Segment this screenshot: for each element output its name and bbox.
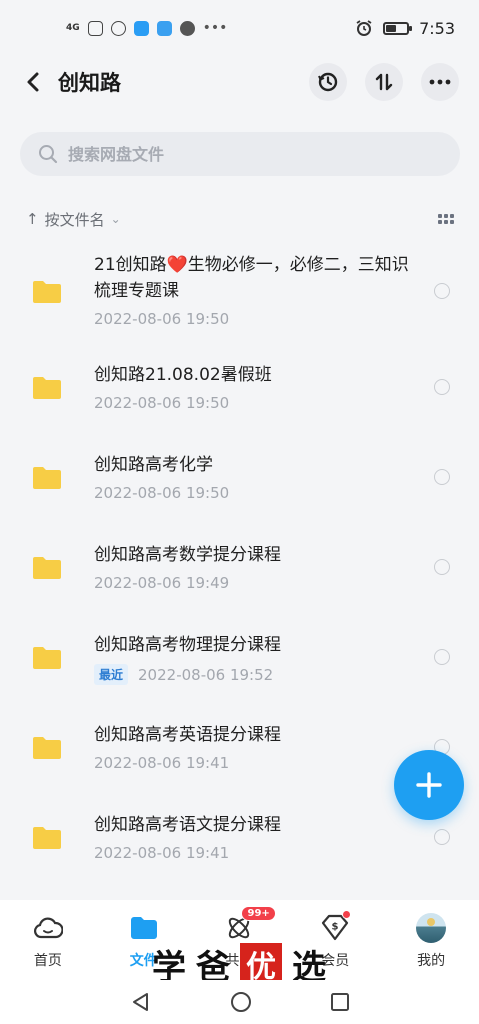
more-icon — [429, 79, 451, 85]
svg-text:$: $ — [332, 922, 339, 933]
file-date: 2022-08-06 19:41 — [94, 754, 230, 772]
file-date: 2022-08-06 19:50 — [94, 484, 230, 502]
file-meta: 2022-08-06 19:49 — [94, 574, 229, 592]
list-item[interactable]: 创知路21.08.02暑假班 2022-08-06 19:50 — [0, 356, 479, 426]
search-icon — [39, 145, 58, 164]
history-button[interactable] — [309, 63, 347, 101]
status-time: 7:53 — [419, 18, 455, 38]
file-date: 2022-08-06 19:50 — [94, 394, 230, 412]
battery-icon — [383, 21, 413, 35]
folder-icon — [33, 827, 61, 849]
status-bar: 4G ••• 7:53 — [0, 0, 479, 56]
file-meta: 2022-08-06 19:41 — [94, 754, 229, 772]
back-button[interactable] — [18, 67, 48, 97]
sort-button[interactable] — [365, 63, 403, 101]
file-name: 创知路高考化学 — [94, 455, 213, 475]
nav-item-home[interactable]: 首页 — [13, 912, 83, 970]
nav-label: 我的 — [417, 953, 446, 969]
grid-view-icon[interactable] — [438, 214, 454, 224]
file-date: 2022-08-06 19:52 — [138, 665, 274, 684]
chat-bubble-icon — [179, 20, 195, 36]
file-date: 2022-08-06 19:49 — [94, 574, 230, 592]
system-nav-bar — [0, 980, 479, 1024]
select-radio[interactable] — [434, 469, 450, 485]
file-meta: 最近 2022-08-06 19:52 — [94, 664, 273, 685]
sort-direction-icon[interactable]: ↑ — [26, 210, 39, 228]
list-item[interactable]: 21创知路❤️生物必修一，必修二，三知识梳理专题课 2022-08-06 19:… — [0, 246, 479, 336]
header-actions — [309, 63, 459, 101]
history-icon — [318, 72, 338, 92]
app-notification-icon — [133, 20, 149, 36]
back-triangle-icon[interactable] — [130, 991, 152, 1013]
file-name: 创知路21.08.02暑假班 — [94, 365, 272, 385]
select-radio[interactable] — [434, 829, 450, 845]
select-radio[interactable] — [434, 559, 450, 575]
cloud-app-icon — [156, 20, 172, 36]
more-button[interactable] — [421, 63, 459, 101]
search-bar[interactable] — [20, 132, 460, 176]
recents-square-icon[interactable] — [330, 992, 350, 1012]
status-left: 4G ••• — [66, 20, 227, 36]
nav-item-profile[interactable]: 我的 — [396, 912, 466, 970]
select-radio[interactable] — [434, 379, 450, 395]
sort-label[interactable]: 按文件名 — [45, 209, 105, 230]
network-signal-icon: 4G — [66, 22, 80, 33]
home-cloud-icon — [32, 912, 64, 944]
file-name: 创知路高考数学提分课程 — [94, 545, 281, 565]
page-title: 创知路 — [58, 71, 121, 95]
recent-badge: 最近 — [94, 664, 129, 685]
file-meta: 2022-08-06 19:41 — [94, 844, 229, 862]
list-item[interactable]: 创知路高考语文提分课程 2022-08-06 19:41 — [0, 806, 479, 876]
file-meta: 2022-08-06 19:50 — [94, 310, 229, 328]
status-right: 7:53 — [355, 19, 455, 38]
list-item[interactable]: 创知路高考数学提分课程 2022-08-06 19:49 — [0, 536, 479, 606]
avatar — [416, 913, 447, 943]
sort-icon — [375, 73, 393, 91]
watermark-char: 优 — [240, 943, 282, 985]
file-name: 创知路高考语文提分课程 — [94, 815, 281, 835]
file-meta: 2022-08-06 19:50 — [94, 484, 229, 502]
file-name: 21创知路❤️生物必修一，必修二，三知识梳理专题课 — [94, 255, 409, 301]
plus-icon — [416, 772, 442, 798]
file-date: 2022-08-06 19:41 — [94, 844, 230, 862]
more-notifications-icon: ••• — [202, 20, 228, 36]
home-circle-icon[interactable] — [230, 991, 252, 1013]
select-radio[interactable] — [434, 283, 450, 299]
notification-badge: 99+ — [241, 906, 276, 921]
app-notification-icon — [110, 20, 126, 36]
back-icon — [27, 72, 39, 92]
sort-row: ↑ 按文件名 ⌄ — [26, 206, 454, 232]
folder-icon — [33, 377, 61, 399]
file-date: 2022-08-06 19:50 — [94, 310, 230, 328]
folder-icon — [33, 281, 61, 303]
chevron-down-icon[interactable]: ⌄ — [111, 212, 121, 226]
list-item[interactable]: 创知路高考化学 2022-08-06 19:50 — [0, 446, 479, 516]
file-name: 创知路高考物理提分课程 — [94, 635, 281, 655]
folder-icon — [33, 557, 61, 579]
avatar-wrapper — [415, 912, 447, 944]
folder-icon — [33, 737, 61, 759]
search-input[interactable] — [68, 144, 428, 164]
nav-label: 首页 — [33, 953, 62, 969]
folder-icon — [33, 647, 61, 669]
app-notification-icon — [87, 20, 103, 36]
list-item[interactable]: 创知路高考物理提分课程 最近 2022-08-06 19:52 — [0, 626, 479, 696]
app-header: 创知路 — [0, 56, 479, 108]
file-name: 创知路高考英语提分课程 — [94, 725, 281, 745]
alarm-icon — [356, 20, 372, 36]
folder-icon — [33, 467, 61, 489]
file-meta: 2022-08-06 19:50 — [94, 394, 229, 412]
add-button[interactable] — [394, 750, 464, 820]
select-radio[interactable] — [434, 649, 450, 665]
